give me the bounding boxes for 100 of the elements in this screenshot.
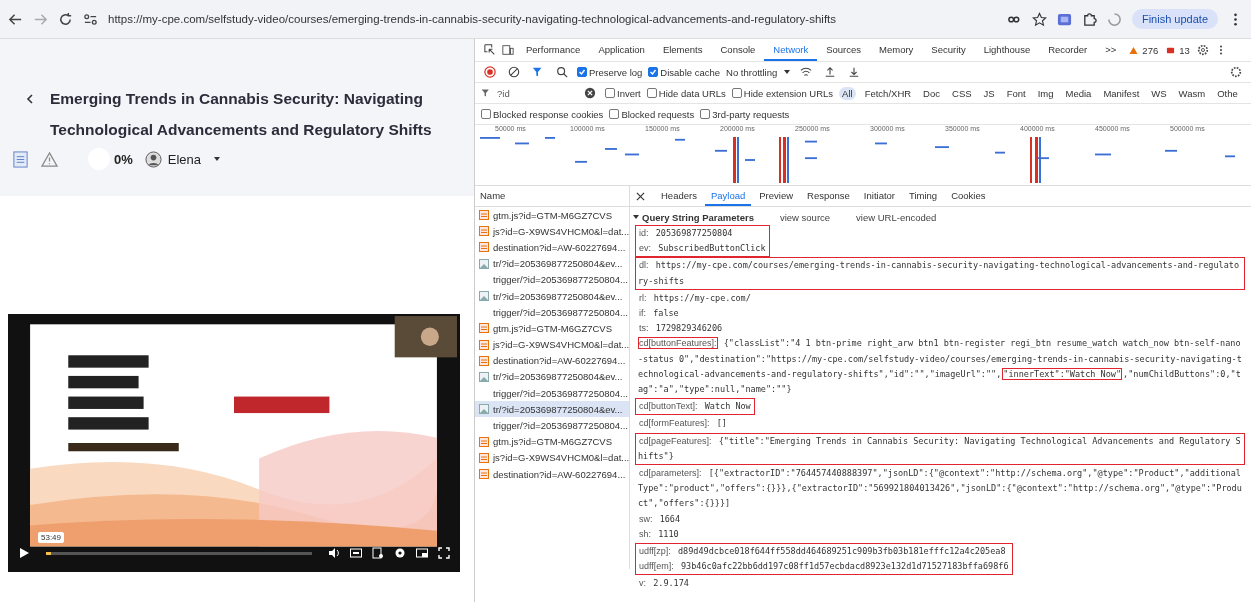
address-bar[interactable]: https://my-cpe.com/selfstudy-video/courses/emerging-trends-in-cannabis-security-navigating-technological-advancements-and-regulatory-shifts [108,13,997,25]
checkbox[interactable] [646,88,657,98]
device-toolbar-icon[interactable] [502,44,514,56]
extension-icon[interactable] [1056,11,1072,27]
warning-icon[interactable] [41,150,58,168]
error-count[interactable]: 13 [1179,44,1190,56]
close-icon[interactable] [636,191,645,201]
section-header[interactable]: Query String Parameters [642,211,754,223]
transcript-icon[interactable] [372,547,384,559]
request-row[interactable]: gtm.js?id=GTM-M6GZ7CVS [475,207,629,224]
upload-icon[interactable] [824,66,837,78]
detail-tab[interactable]: Cookies [945,186,992,206]
detail-tab[interactable]: Preview [753,186,800,206]
download-icon[interactable] [848,66,861,78]
checkbox[interactable] [700,109,711,119]
warning-count[interactable]: 276 [1142,44,1159,56]
throttling-dropdown[interactable]: No throttling [726,66,778,78]
devtools-tab[interactable]: Security [922,39,975,61]
request-row[interactable]: trigger/?id=205369877250804... [475,385,629,402]
request-row[interactable]: tr/?id=205369877250804&ev... [475,401,629,418]
request-row[interactable]: trigger/?id=205369877250804... [475,417,629,434]
checkbox[interactable] [609,109,620,119]
avatar-icon[interactable] [144,150,162,168]
checkbox-label[interactable]: Hide data URLs [658,87,726,99]
devtools-tab[interactable]: Lighthouse [974,39,1040,61]
devtools-tab[interactable]: Network [764,39,818,61]
settings-icon[interactable] [394,547,406,559]
fullscreen-icon[interactable] [438,547,450,559]
view-link[interactable]: view URL-encoded [856,211,937,223]
clear-filter-icon[interactable] [584,87,596,99]
type-filter-chip[interactable]: Img [1034,86,1057,100]
type-filter-chip[interactable]: Doc [920,86,943,100]
site-settings-icon[interactable] [83,11,98,27]
type-filter-chip[interactable]: CSS [949,86,975,100]
star-icon[interactable] [1031,11,1047,27]
captions-icon[interactable] [350,547,362,559]
request-row[interactable]: trigger/?id=205369877250804... [475,271,629,288]
settings-icon[interactable] [1196,44,1209,56]
detail-tab[interactable]: Response [801,186,856,206]
checkbox-label[interactable]: Preserve log [589,66,643,78]
record-icon[interactable] [484,66,496,78]
checkbox-label[interactable]: Blocked response cookies [493,108,604,120]
request-row[interactable]: tr/?id=205369877250804&ev... [475,368,629,386]
devtools-tab[interactable]: Console [711,39,765,61]
view-link[interactable]: view source [779,211,831,223]
checkbox-label[interactable]: Disable cache [660,66,720,78]
finish-update-button[interactable]: Finish update [1131,9,1218,29]
request-row[interactable]: destination?id=AW-60227694... [475,352,629,369]
type-filter-chip[interactable]: All [839,86,856,100]
devtools-tab[interactable]: Memory [870,39,923,61]
devtools-tab[interactable]: Performance [517,39,590,61]
request-row[interactable]: gtm.js?id=GTM-M6GZ7CVS [475,320,629,337]
checkbox[interactable] [731,88,742,98]
picture-in-picture-icon[interactable] [416,547,428,559]
wifi-icon[interactable] [800,66,813,78]
checkbox[interactable] [605,88,615,98]
type-filter-chip[interactable]: JS [980,86,998,100]
type-filter-chip[interactable]: Othe [1214,86,1241,100]
detail-tab[interactable]: Initiator [857,186,901,206]
type-filter-chip[interactable]: WS [1148,86,1170,100]
type-filter-chip[interactable]: Fetch/XHR [861,86,915,100]
caret-icon[interactable] [783,68,792,76]
request-row[interactable]: trigger/?id=205369877250804... [475,304,629,321]
request-row[interactable]: tr/?id=205369877250804&ev... [475,287,629,305]
checkbox-label[interactable]: 3rd-party requests [712,108,790,120]
play-icon[interactable] [18,547,30,559]
type-filter-chip[interactable]: Font [1003,86,1029,100]
type-filter-chip[interactable]: Media [1062,86,1095,100]
checkbox[interactable] [481,109,491,119]
type-filter-chip[interactable]: Manifest [1100,86,1143,100]
checkbox[interactable] [648,67,659,77]
checkbox[interactable] [577,67,587,77]
request-row[interactable]: destination?id=AW-60227694... [475,466,629,483]
warning-icon[interactable] [1129,45,1139,55]
volume-icon[interactable] [328,547,340,559]
request-row[interactable]: destination?id=AW-60227694... [475,239,629,256]
devtools-tab[interactable]: Recorder [1039,39,1097,61]
request-row[interactable]: js?id=G-X9WS4VHCM0&l=dat... [475,449,629,466]
filter-icon[interactable] [532,66,544,78]
request-row[interactable]: js?id=G-X9WS4VHCM0&l=dat... [475,336,629,353]
checkbox-label[interactable]: Hide extension URLs [743,87,834,99]
error-icon[interactable] [1166,45,1176,55]
document-icon[interactable] [12,150,29,168]
detail-tab[interactable]: Timing [903,186,944,206]
devtools-tab[interactable]: Elements [653,39,712,61]
search-icon[interactable] [556,66,568,78]
devtools-tab[interactable]: Application [589,39,654,61]
reload-icon[interactable] [58,11,73,27]
inspect-icon[interactable] [484,44,496,56]
checkbox-label[interactable]: Invert [617,87,641,99]
filter-field[interactable]: ?id [497,87,575,99]
more-tabs[interactable]: >> [1096,39,1126,61]
clear-icon[interactable] [508,66,520,78]
settings-icon[interactable] [1230,66,1242,78]
caret-icon[interactable] [632,213,640,221]
detail-tab[interactable]: Headers [655,186,703,206]
caret-icon[interactable] [213,155,222,163]
puzzle-icon[interactable] [1081,11,1097,27]
request-row[interactable]: js?id=G-X9WS4VHCM0&l=dat... [475,223,629,240]
checkbox-label[interactable]: Blocked requests [621,108,695,120]
